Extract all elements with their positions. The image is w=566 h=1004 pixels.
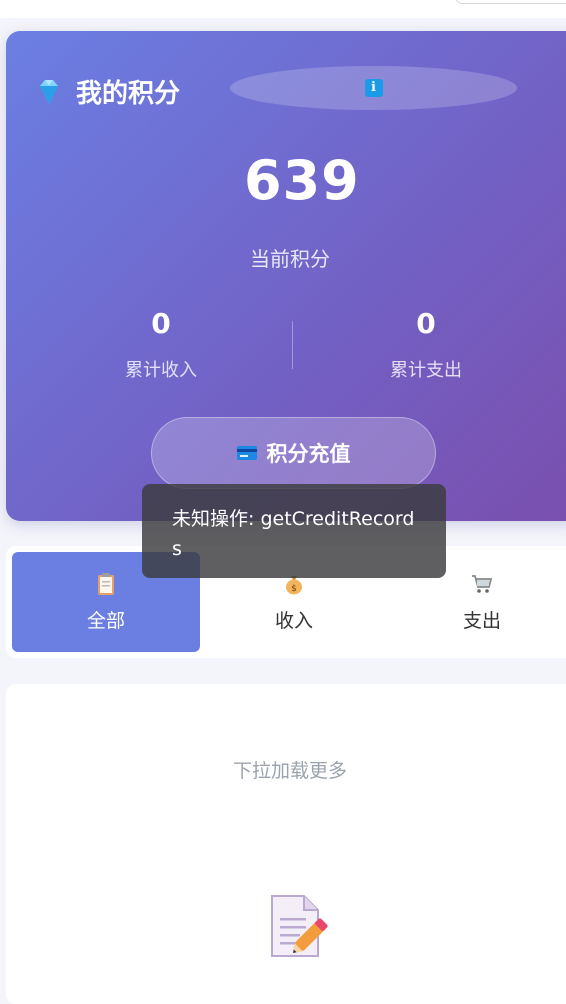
total-income-label: 累计收入 [125, 360, 197, 381]
clipboard-icon [98, 573, 114, 595]
memo-icon [271, 895, 328, 957]
gem-icon [40, 79, 58, 104]
points-title: 我的积分 [76, 79, 181, 109]
current-points-value: 639 [244, 149, 360, 212]
card-header: 我的积分 [34, 73, 180, 110]
total-income-stat: 0 累计收入 [101, 307, 221, 382]
svg-text:$: $ [291, 584, 297, 594]
tab-all-label: 全部 [86, 610, 125, 632]
recharge-label: 积分充值 [266, 442, 351, 466]
credit-card-icon [236, 446, 257, 460]
toast-message: 未知操作: getCreditRecords [142, 484, 446, 578]
info-icon: i [364, 79, 383, 97]
stat-divider [292, 321, 293, 369]
points-card: 我的积分 i 639 当前积分 0 累计收入 0 累计支出 积分充值 [6, 31, 566, 521]
total-expense-label: 累计支出 [390, 360, 462, 381]
top-bar [0, 0, 566, 18]
info-button[interactable]: i [230, 66, 517, 110]
tab-income-label: 收入 [274, 610, 313, 632]
total-expense-value: 0 [416, 307, 436, 340]
pull-to-load-hint: 下拉加载更多 [233, 760, 348, 782]
total-expense-stat: 0 累计支出 [366, 307, 486, 382]
total-income-value: 0 [151, 307, 171, 340]
recharge-button[interactable]: 积分充值 [151, 417, 436, 489]
cart-icon [472, 575, 493, 593]
current-points-label: 当前积分 [250, 247, 330, 271]
records-list: 下拉加载更多 [6, 684, 566, 1004]
top-search-pill[interactable] [454, 0, 566, 4]
tab-expense-label: 支出 [462, 610, 501, 632]
